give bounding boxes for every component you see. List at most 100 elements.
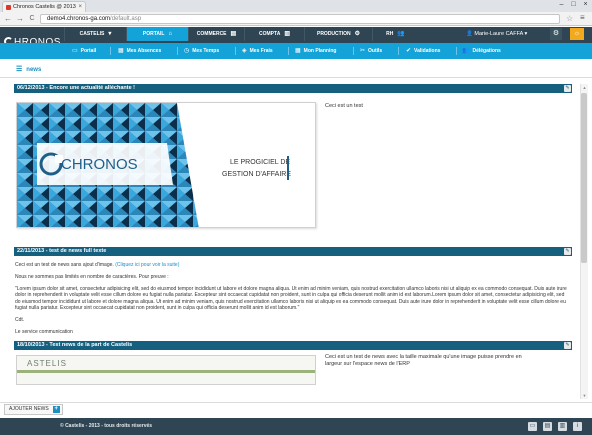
list-icon: ☰ <box>16 66 23 73</box>
info-icon[interactable]: i <box>573 422 582 431</box>
news-text: Ceci est un test de news avec la taille … <box>325 353 522 367</box>
edit-icon[interactable]: ✎ <box>564 341 571 349</box>
news-image: ASTELIS <box>16 354 316 385</box>
browser-tab-strip: Chronos Castelis @ 2013 × – □ × <box>0 0 592 12</box>
subnav-divider <box>177 47 178 55</box>
subnav-mes-absences[interactable]: ▦ Mes Absences <box>118 43 161 59</box>
banner-tagline-2: GESTION D'AFFAIRE <box>222 171 291 178</box>
top-navigation: CASTELIS ▾ PORTAIL ⌂ COMMERCE ▤ COMPTA ▥ PRO… <box>64 27 418 41</box>
nav-rh[interactable]: RH 👥 <box>372 27 418 41</box>
news-title: 22/11/2013 - test de news full texte <box>17 248 107 254</box>
calendar-icon: ▦ <box>118 48 124 54</box>
back-icon[interactable]: ← <box>3 14 13 24</box>
nav-rh-label: RH <box>386 31 394 37</box>
nav-production-label: PRODUCTION <box>316 31 351 37</box>
add-news-label: AJOUTER NEWS <box>9 406 49 412</box>
nav-castelis[interactable]: CASTELIS ▾ <box>64 27 126 41</box>
user-menu[interactable]: 👤 Marie-Laure CAFFA ▾ <box>466 27 527 41</box>
url-path: /default.asp <box>110 16 142 22</box>
nav-commerce[interactable]: COMMERCE ▤ <box>188 27 244 41</box>
forward-icon[interactable]: → <box>15 14 25 24</box>
subnav-divider <box>110 47 111 55</box>
check-icon: ✔ <box>406 48 412 54</box>
news-paragraph: Nous ne sommes pas limités en nombre de … <box>15 273 169 280</box>
document-icon: ▤ <box>230 31 237 37</box>
tab-underline <box>0 77 592 78</box>
scroll-down-icon[interactable]: ▼ <box>581 392 588 399</box>
chevron-down-icon: ▾ <box>108 31 112 37</box>
news-feed[interactable]: 06/12/2013 - Encore une actualité alléch… <box>14 84 580 399</box>
news-header: 18/10/2013 - Test news de la part de Cas… <box>14 340 572 350</box>
news-title: 06/12/2013 - Encore une actualité alléch… <box>17 85 135 91</box>
tab-news-label: news <box>26 67 42 73</box>
subnav-validations[interactable]: ✔ Validations <box>406 43 440 59</box>
plus-icon: + <box>52 406 60 413</box>
news-header: 06/12/2013 - Encore une actualité alléch… <box>14 84 572 93</box>
user-name: Marie-Laure CAFFA <box>474 31 523 37</box>
news-item: 22/11/2013 - test de news full texte ✎ C… <box>14 247 572 335</box>
layout-icon[interactable]: ▤ <box>543 422 552 431</box>
settings-gear-icon[interactable]: ⚙ <box>550 28 562 40</box>
subnav-outils-label: Outils <box>368 48 383 54</box>
bookmark-star-icon[interactable]: ☆ <box>566 14 573 23</box>
calculator-icon: ▥ <box>284 31 290 37</box>
edit-icon[interactable]: ✎ <box>564 85 571 92</box>
tools-icon: ✂ <box>360 48 366 54</box>
news-image: CHRONOS LE PROGICIEL DE GESTION D'AFFAIR… <box>16 102 316 228</box>
nav-portail[interactable]: PORTAIL ⌂ <box>126 27 188 41</box>
favicon-icon <box>6 5 11 10</box>
subnav-delegations-label: Délégations <box>472 48 501 54</box>
cogs-icon: ⚙ <box>354 31 360 37</box>
address-bar[interactable]: demo4.chronos-ga.com/default.asp <box>40 14 560 24</box>
news-body: Ceci est un test de news sans ajout d'im… <box>14 256 572 335</box>
tab-news[interactable]: ☰ news <box>16 64 41 76</box>
window-close-icon[interactable]: × <box>581 0 590 9</box>
edit-icon[interactable]: ✎ <box>564 248 571 255</box>
nav-commerce-label: COMMERCE <box>196 31 227 37</box>
subnav-mes-frais[interactable]: ◈ Mes Frais <box>242 43 273 59</box>
screen-icon[interactable]: ▭ <box>528 422 537 431</box>
browser-toolbar: ← → C demo4.chronos-ga.com/default.asp ☆… <box>0 12 592 26</box>
subnav-portail-label: Portail <box>80 48 97 54</box>
maximize-icon[interactable]: □ <box>569 0 578 9</box>
subnav-mes-frais-label: Mes Frais <box>249 48 273 54</box>
tag-icon: ◈ <box>242 48 247 54</box>
reload-icon[interactable]: C <box>27 14 37 24</box>
subnav-divider <box>288 47 289 55</box>
subnav-divider <box>235 47 236 55</box>
nav-compta[interactable]: COMPTA ▥ <box>244 27 304 41</box>
subnav-divider <box>456 47 457 55</box>
browser-tab[interactable]: Chronos Castelis @ 2013 × <box>2 1 86 12</box>
subnav-outils[interactable]: ✂ Outils <box>360 43 382 59</box>
portal-icon: ▭ <box>72 48 78 54</box>
subnav-mon-planning[interactable]: ▦ Mon Planning <box>295 43 336 59</box>
nav-castelis-label: CASTELIS <box>79 31 105 37</box>
sub-navigation: ▭ Portail ▦ Mes Absences ◷ Mes Temps ◈ Mes F… <box>0 43 592 59</box>
browser-menu-icon[interactable]: ≡ <box>580 13 585 22</box>
subnav-portail[interactable]: ▭ Portail <box>72 43 96 59</box>
people-icon: 👥 <box>397 31 405 37</box>
add-news-button[interactable]: AJOUTER NEWS + <box>4 404 63 415</box>
nav-compta-label: COMPTA <box>259 31 281 37</box>
subnav-mon-planning-label: Mon Planning <box>303 48 337 54</box>
print-icon[interactable]: ▥ <box>558 422 567 431</box>
add-news-bar <box>0 402 592 417</box>
subnav-validations-label: Validations <box>414 48 441 54</box>
castelis-logo-text: ASTELIS <box>27 358 67 368</box>
subnav-delegations[interactable]: 👥 Délégations <box>462 43 501 59</box>
read-more-link[interactable]: (Cliquez ici pour voir la suite) <box>115 262 179 268</box>
news-caption: Ceci est un test <box>325 103 363 109</box>
news-item: 18/10/2013 - Test news de la part de Cas… <box>14 340 572 385</box>
sun-icon[interactable]: ☼ <box>570 28 584 40</box>
subnav-mes-temps[interactable]: ◷ Mes Temps <box>184 43 219 59</box>
image-band <box>17 369 315 373</box>
scroll-up-icon[interactable]: ▲ <box>581 84 588 91</box>
footer-icons: ▭ ▤ ▥ i <box>522 422 582 431</box>
clock-icon: ◷ <box>184 48 190 54</box>
minimize-icon[interactable]: – <box>557 0 566 9</box>
scrollbar-thumb[interactable] <box>581 93 587 263</box>
news-title: 18/10/2013 - Test news de la part de Cas… <box>17 341 133 348</box>
tab-close-icon[interactable]: × <box>78 2 82 12</box>
nav-production[interactable]: PRODUCTION ⚙ <box>304 27 372 41</box>
news-paragraph: "Lorem ipsum dolor sit amet, consectetur… <box>15 285 567 312</box>
